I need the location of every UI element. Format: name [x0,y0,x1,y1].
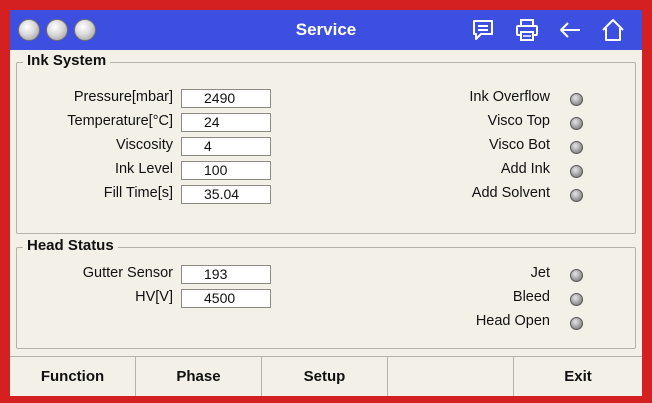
head-status-group: Head Status Gutter Sensor 193 HV[V] 4500… [16,237,636,349]
head-open-label: Head Open [475,313,550,329]
service-screen: Service Ink System Pressure[mbar] 2490 T… [10,10,642,396]
add-solvent-label: Add Solvent [471,185,550,201]
tab-phase[interactable]: Phase [136,356,262,396]
ink-overflow-indicator [570,93,583,106]
page-title: Service [295,20,357,39]
temperature-label: Temperature[°C] [67,113,173,129]
head-status-title: Head Status [23,237,118,254]
add-ink-label: Add Ink [500,161,550,177]
bleed-indicator [570,293,583,306]
ink-system-group: Ink System Pressure[mbar] 2490 Temperatu… [16,52,636,234]
jet-indicator [570,269,583,282]
ink-level-label: Ink Level [114,161,173,177]
tab-exit[interactable]: Exit [514,356,642,396]
message-icon[interactable] [470,17,496,43]
visco-top-indicator [570,117,583,130]
tab-setup[interactable]: Setup [262,356,388,396]
device-frame: Service Ink System Pressure[mbar] 2490 T… [0,0,652,403]
bleed-label: Bleed [512,289,550,305]
gutter-sensor-label: Gutter Sensor [82,265,173,281]
pressure-value: 2490 [181,89,271,108]
bottom-tab-bar: Function Phase Setup Exit [10,356,642,396]
title-bar: Service [10,10,642,50]
viscosity-label: Viscosity [116,137,173,153]
temperature-value: 24 [181,113,271,132]
hv-value: 4500 [181,289,271,308]
tab-function[interactable]: Function [10,356,136,396]
hv-label: HV[V] [135,289,173,305]
viscosity-value: 4 [181,137,271,156]
visco-bot-indicator [570,141,583,154]
fill-time-label: Fill Time[s] [103,185,173,201]
back-arrow-icon[interactable] [557,17,583,43]
visco-top-label: Visco Top [487,113,550,129]
add-ink-indicator [570,165,583,178]
head-open-indicator [570,317,583,330]
tab-empty[interactable] [388,356,514,396]
fill-time-value: 35.04 [181,185,271,204]
visco-bot-label: Visco Bot [489,137,550,153]
printer-icon[interactable] [514,17,540,43]
ink-overflow-label: Ink Overflow [469,89,550,105]
ink-system-title: Ink System [23,52,111,69]
ink-level-value: 100 [181,161,271,180]
add-solvent-indicator [570,189,583,202]
jet-label: Jet [530,265,550,281]
pressure-label: Pressure[mbar] [73,89,173,105]
home-icon[interactable] [600,17,626,43]
gutter-sensor-value: 193 [181,265,271,284]
